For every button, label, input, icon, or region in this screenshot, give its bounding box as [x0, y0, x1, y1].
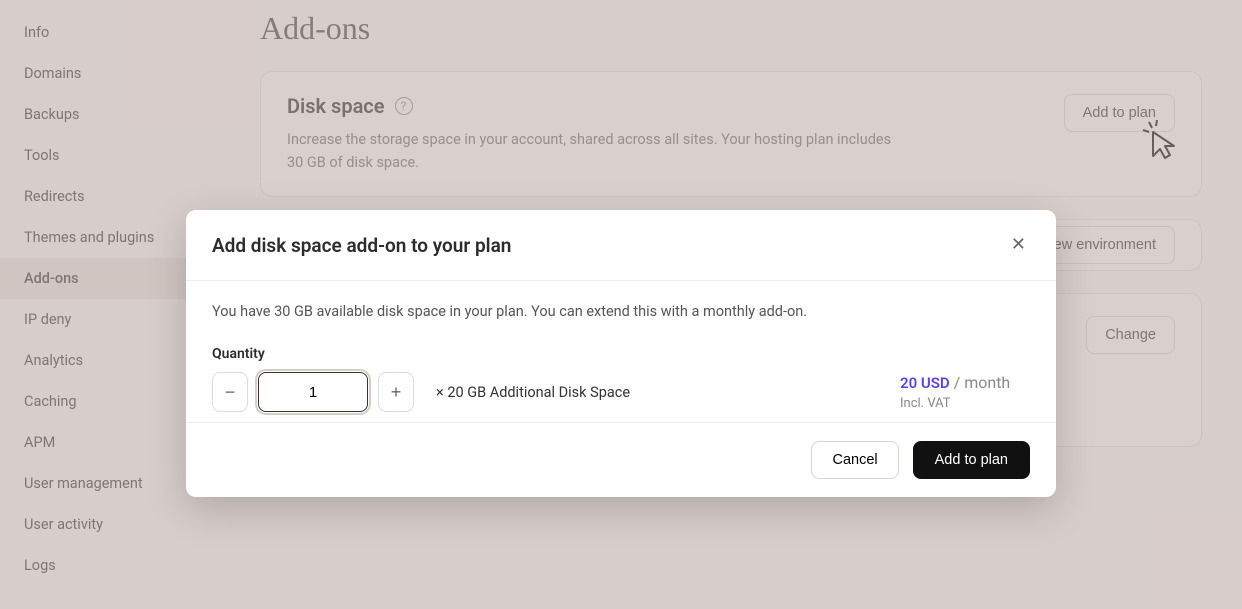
price-value: 20 USD: [900, 374, 950, 392]
close-icon[interactable]: ✕: [1007, 232, 1030, 258]
modal-title: Add disk space add-on to your plan: [212, 234, 511, 257]
vat-note: Incl. VAT: [900, 396, 1030, 411]
add-disk-space-modal: Add disk space add-on to your plan ✕ You…: [186, 210, 1056, 497]
cancel-button[interactable]: Cancel: [811, 441, 898, 479]
quantity-input[interactable]: [258, 372, 368, 412]
modal-overlay[interactable]: Add disk space add-on to your plan ✕ You…: [0, 0, 1242, 609]
quantity-item-label: × 20 GB Additional Disk Space: [436, 384, 630, 401]
modal-intro-text: You have 30 GB available disk space in y…: [212, 303, 1030, 320]
confirm-add-to-plan-button[interactable]: Add to plan: [913, 441, 1030, 479]
quantity-decrement-button[interactable]: −: [212, 372, 248, 412]
price-period: / month: [950, 373, 1011, 392]
quantity-label: Quantity: [212, 346, 1030, 362]
quantity-increment-button[interactable]: +: [378, 372, 414, 412]
